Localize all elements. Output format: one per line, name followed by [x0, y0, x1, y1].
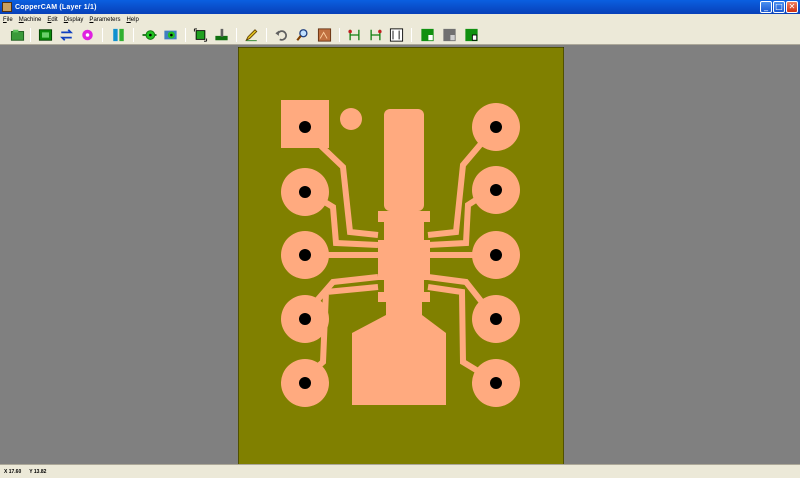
drill-tool-icon[interactable]: [214, 28, 229, 42]
open-folder-icon[interactable]: [10, 28, 25, 42]
undo-icon[interactable]: [274, 28, 289, 42]
board-view-icon[interactable]: [38, 28, 53, 42]
menu-help[interactable]: Help: [126, 17, 138, 23]
window-title: CopperCAM (Layer 1/1): [15, 3, 97, 11]
menu-display[interactable]: Display: [64, 17, 84, 23]
status-bar: X 17.60 Y 13.82: [0, 464, 800, 478]
title-bar: CopperCAM (Layer 1/1) _ □ ✕: [0, 0, 800, 14]
mill-layer-icon[interactable]: [420, 28, 435, 42]
pad-select-icon[interactable]: [163, 28, 178, 42]
workspace[interactable]: [0, 45, 800, 465]
menu-file[interactable]: File: [3, 17, 13, 23]
pad-add-icon[interactable]: [142, 28, 157, 42]
frame-contour-icon[interactable]: [193, 28, 208, 42]
toolbar-separator: [133, 28, 134, 42]
zoom-icon[interactable]: [295, 28, 310, 42]
track-calc-1-icon[interactable]: [347, 28, 362, 42]
menu-edit[interactable]: Edit: [47, 17, 57, 23]
toolbar-separator: [236, 28, 237, 42]
toolbar-separator: [30, 28, 31, 42]
toolbar-separator: [411, 28, 412, 42]
swap-arrows-icon[interactable]: [59, 28, 74, 42]
menu-parameters[interactable]: Parameters: [89, 17, 120, 23]
menu-machine[interactable]: Machine: [19, 17, 42, 23]
close-button[interactable]: ✕: [786, 1, 798, 13]
board-image-icon[interactable]: [317, 28, 332, 42]
toolbar: [0, 25, 800, 45]
toolbar-separator: [102, 28, 103, 42]
window-controls: _ □ ✕: [760, 1, 798, 13]
app-icon: [2, 2, 12, 12]
toolbar-separator: [266, 28, 267, 42]
track-calc-3-icon[interactable]: [389, 28, 404, 42]
y-coordinate-readout: Y 13.82: [29, 468, 47, 475]
layer-toggle-icon[interactable]: [111, 28, 126, 42]
pcb-board[interactable]: [238, 47, 564, 465]
track-calc-2-icon[interactable]: [368, 28, 383, 42]
pad-magenta-icon[interactable]: [80, 28, 95, 42]
x-coordinate-readout: X 17.60: [4, 468, 22, 475]
minimize-button[interactable]: _: [760, 1, 772, 13]
pencil-edit-icon[interactable]: [244, 28, 259, 42]
mill-green-icon[interactable]: [464, 28, 479, 42]
mill-gray-icon[interactable]: [442, 28, 457, 42]
toolbar-separator: [185, 28, 186, 42]
toolbar-separator: [339, 28, 340, 42]
maximize-button[interactable]: □: [773, 1, 785, 13]
menu-bar: File Machine Edit Display Parameters Hel…: [0, 14, 800, 25]
